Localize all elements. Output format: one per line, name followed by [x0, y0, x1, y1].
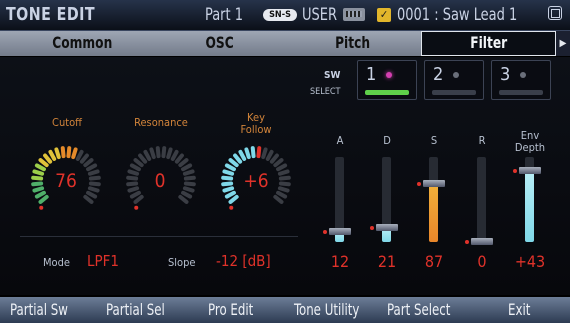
knob-segment [265, 149, 274, 161]
button-label: Part Select [387, 300, 451, 319]
knob-segment [273, 158, 284, 168]
knob-segment [71, 147, 78, 160]
key-follow-value: +6 [243, 170, 269, 192]
divider [20, 236, 298, 237]
button-label: Pro Edit [208, 300, 254, 319]
mode-value[interactable]: LPF1 [87, 252, 119, 270]
part-select-button[interactable]: Part Select [387, 297, 464, 323]
env-slider-marker [465, 240, 469, 244]
knob-min-marker [229, 205, 234, 210]
knob-segment [79, 153, 89, 164]
button-label: Tone Utility [294, 300, 360, 319]
knob-segment [170, 149, 179, 161]
env-slider-fill [525, 171, 534, 242]
knob-segment [138, 153, 148, 164]
knob-min-marker [39, 205, 44, 210]
knob-segment [161, 146, 167, 159]
knob-segment [261, 147, 268, 160]
env-slider-handle[interactable] [423, 180, 445, 188]
pro-edit-button[interactable]: Pro Edit [208, 297, 263, 323]
slope-value[interactable]: -12 [dB] [216, 252, 271, 270]
knob-segment [43, 153, 53, 164]
env-attack-label: A [336, 134, 344, 147]
button-label: Partial Sw [10, 300, 68, 319]
partial-sw-button[interactable]: Partial Sw [10, 297, 81, 323]
function-bar: Partial Sw Partial Sel Pro Edit Tone Uti… [0, 297, 570, 323]
env-attack-value: 12 [330, 252, 350, 271]
knob-segment [155, 146, 161, 159]
exit-button[interactable]: Exit [508, 297, 535, 323]
env-release-value: 0 [477, 252, 487, 271]
knob-segment [269, 153, 279, 164]
env-depth-value: +43 [514, 252, 546, 271]
env-slider-handle[interactable] [329, 227, 351, 235]
knob-segment [276, 163, 288, 172]
knob-segment [38, 158, 49, 168]
knob-segment [256, 146, 262, 159]
knob-segment [83, 194, 94, 204]
knob-segment [133, 194, 144, 204]
resonance-value: 0 [154, 170, 166, 192]
tone-utility-button[interactable]: Tone Utility [294, 297, 374, 323]
knob-segment [133, 158, 144, 168]
tone-edit-screen: TONE EDIT Part 1 SN-S USER ✓ 0001 : Saw … [0, 0, 570, 323]
knob-segment [34, 163, 46, 172]
knob-segment [181, 163, 193, 172]
mode-label: Mode [43, 256, 70, 269]
knob-segment [83, 158, 94, 168]
knob-segment [250, 146, 256, 159]
knob-segment [48, 149, 57, 161]
knob-segment [129, 163, 141, 172]
knob-segment [75, 149, 84, 161]
env-decay-value: 21 [377, 252, 397, 271]
knob-segment [149, 147, 156, 160]
knob-segment [60, 146, 66, 159]
env-sustain-label: S [430, 134, 438, 147]
knob-segment [38, 194, 49, 204]
env-slider-handle[interactable] [471, 238, 493, 245]
knob-segment [233, 153, 243, 164]
env-slider-handle[interactable] [376, 223, 398, 231]
knob-segment [54, 147, 61, 160]
env-decay-label: D [383, 134, 391, 147]
knob-segment [228, 194, 239, 204]
knob-segment [86, 163, 98, 172]
env-slider-handle[interactable] [519, 167, 541, 175]
knob-segment [143, 149, 152, 161]
knob-segment [238, 149, 247, 161]
slope-label: Slope [168, 256, 196, 269]
partial-sel-button[interactable]: Partial Sel [106, 297, 178, 323]
button-label: Exit [508, 300, 531, 319]
env-slider-track[interactable] [477, 157, 486, 242]
knob-segment [129, 190, 141, 199]
env-slider-marker [323, 229, 327, 234]
env-sustain-value: 87 [424, 252, 444, 271]
knob-segment [178, 158, 189, 168]
env-depth-label: Env Depth [514, 129, 546, 154]
env-release-label: R [478, 134, 486, 147]
knob-segment [273, 194, 284, 204]
knob-segment [34, 190, 46, 199]
env-slider-fill [429, 184, 438, 242]
button-label: Partial Sel [106, 300, 165, 319]
env-slider-marker [370, 225, 374, 230]
knob-segment [178, 194, 189, 204]
knob-segment [181, 190, 193, 199]
knob-segment [66, 146, 72, 159]
knob-segment [174, 153, 184, 164]
knob-segment [228, 158, 239, 168]
knob-segment [224, 190, 236, 199]
knob-segment [86, 190, 98, 199]
knob-segment [224, 163, 236, 172]
knob-segment [166, 147, 173, 160]
env-slider-track[interactable] [429, 157, 438, 242]
cutoff-value: 76 [55, 170, 77, 192]
knob-min-marker [134, 205, 139, 210]
knob-segment [244, 147, 251, 160]
knob-segment [276, 190, 288, 199]
